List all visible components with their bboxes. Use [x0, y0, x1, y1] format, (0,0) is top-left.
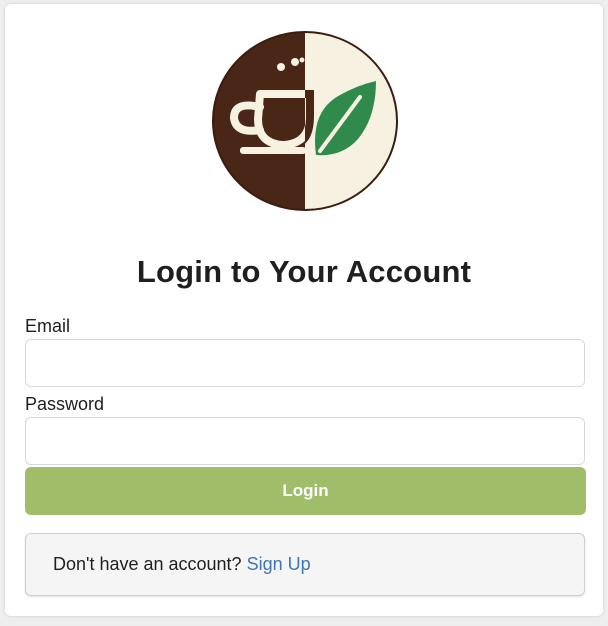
email-label: Email	[25, 316, 71, 336]
login-card: Login to Your Account Email Password Log…	[5, 4, 603, 616]
page-title: Login to Your Account	[136, 254, 472, 289]
password-label: Password	[25, 394, 105, 414]
signup-box: Don't have an account? Sign Up	[25, 533, 585, 596]
signup-link[interactable]: Sign Up	[247, 554, 311, 574]
signup-prompt: Don't have an account?	[53, 554, 247, 574]
login-button[interactable]: Login	[25, 467, 586, 515]
email-field[interactable]	[25, 339, 585, 387]
coffee-leaf-logo-icon	[212, 31, 398, 211]
password-field[interactable]	[25, 417, 585, 465]
